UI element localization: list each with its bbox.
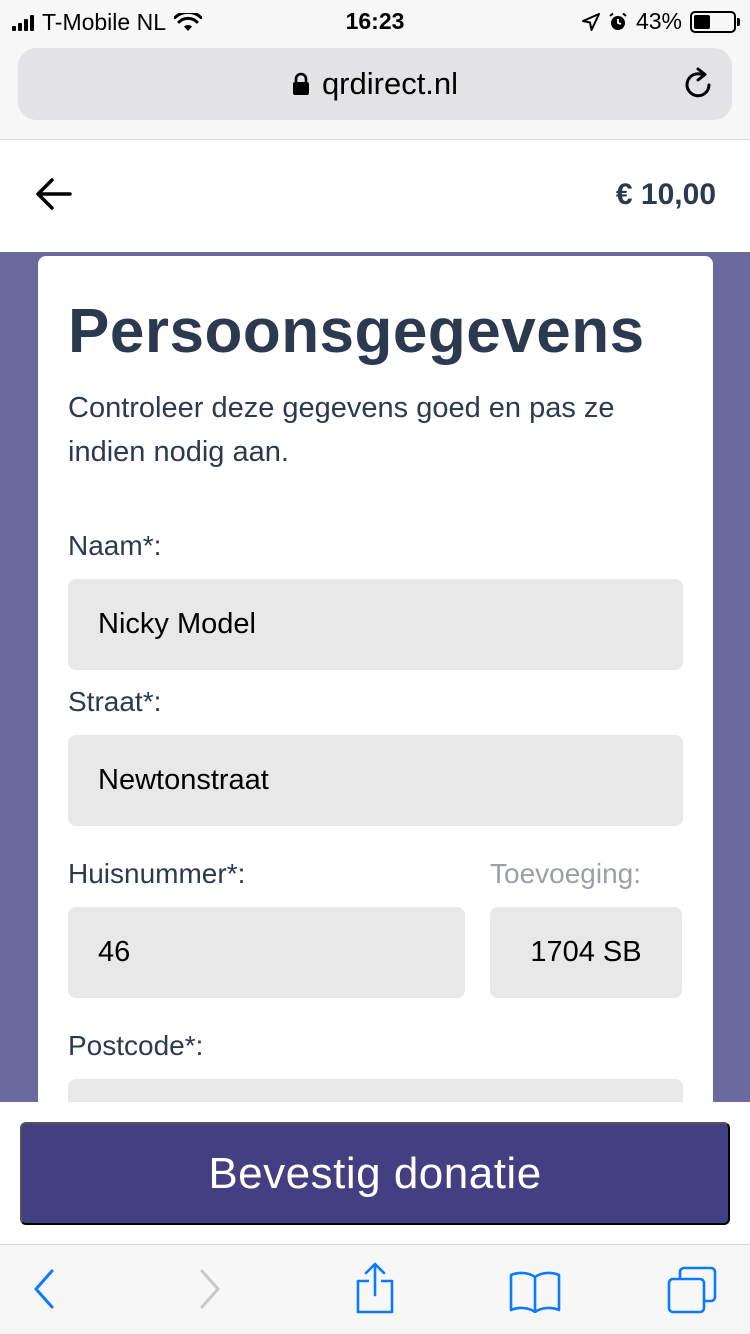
browser-back-icon[interactable] <box>32 1267 56 1311</box>
naam-field[interactable]: Nicky Model <box>68 579 683 670</box>
address-bar[interactable]: qrdirect.nl <box>18 48 732 120</box>
battery-fill <box>694 14 711 29</box>
battery-icon <box>690 10 740 33</box>
share-icon[interactable] <box>355 1261 395 1315</box>
browser-forward-icon[interactable] <box>198 1267 222 1311</box>
battery-percentage: 43% <box>635 8 682 34</box>
tabs-icon[interactable] <box>666 1265 718 1315</box>
donation-amount: € 10,00 <box>615 178 716 211</box>
confirm-area: Bevestig donatie <box>0 1102 750 1244</box>
back-arrow-icon[interactable] <box>34 176 74 212</box>
straat-field[interactable]: Newtonstraat <box>68 735 683 826</box>
alarm-icon <box>609 12 627 30</box>
status-right: 43% <box>581 8 740 35</box>
form-card: Persoonsgegevens Controleer deze gegeven… <box>38 256 713 1102</box>
app-header: € 10,00 <box>0 140 750 252</box>
status-bar: T-Mobile NL 16:23 43% <box>0 0 750 40</box>
huisnummer-field[interactable]: 46 <box>68 907 465 998</box>
page-subtitle: Controleer deze gegevens goed en pas ze … <box>68 392 615 468</box>
naam-label: Naam*: <box>68 530 162 561</box>
postcode-label: Postcode*: <box>68 1030 204 1061</box>
toevoeging-label: Toevoeging: <box>490 858 642 889</box>
postcode-field[interactable] <box>68 1079 683 1102</box>
address-display: qrdirect.nl <box>18 66 732 102</box>
browser-toolbar <box>0 1244 750 1334</box>
huisnummer-label: Huisnummer*: <box>68 858 246 889</box>
browser-address-area: qrdirect.nl <box>0 40 750 140</box>
location-arrow-icon <box>581 12 600 31</box>
lock-icon <box>292 72 309 95</box>
confirm-donation-button[interactable]: Bevestig donatie <box>20 1122 730 1225</box>
bookmarks-icon[interactable] <box>508 1269 562 1313</box>
url-text: qrdirect.nl <box>321 66 459 101</box>
page-title: Persoonsgegevens <box>68 297 645 366</box>
reload-icon[interactable] <box>682 66 716 102</box>
straat-label: Straat*: <box>68 686 162 717</box>
toevoeging-field[interactable]: 1704 SB <box>490 907 682 998</box>
